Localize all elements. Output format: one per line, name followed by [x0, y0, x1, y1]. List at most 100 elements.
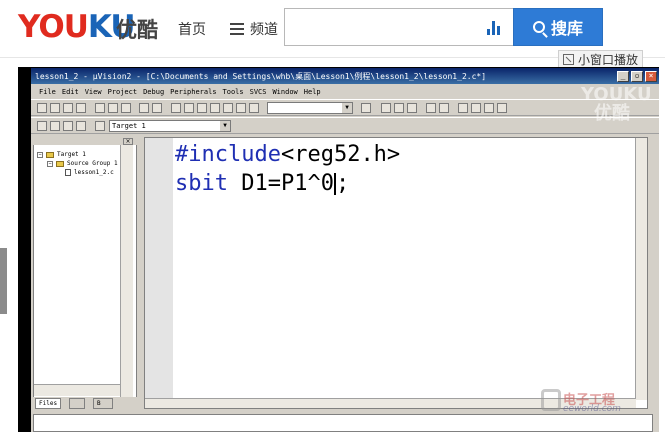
- build-icon[interactable]: [50, 121, 60, 131]
- close-icon[interactable]: ×: [645, 70, 657, 82]
- editor-vscrollbar[interactable]: [635, 138, 647, 400]
- binoculars-icon[interactable]: [361, 103, 371, 113]
- mini-window-icon: [563, 53, 574, 65]
- menu-debug[interactable]: Debug: [143, 88, 164, 96]
- mini-player-button[interactable]: 小窗口播放: [558, 50, 644, 68]
- indent-icon[interactable]: [171, 103, 181, 113]
- eeworld-en: eeworld.com: [563, 404, 621, 414]
- tree-item-label: Source Group 1: [67, 160, 118, 167]
- code-semicolon: ;: [335, 171, 350, 196]
- paste-icon[interactable]: [121, 103, 131, 113]
- collapse-icon[interactable]: −: [37, 151, 43, 158]
- code-include-header: <reg52.h>: [280, 142, 401, 167]
- rebuild-icon[interactable]: [63, 121, 73, 131]
- code-sbit-decl: D1=P1^0: [227, 171, 334, 196]
- new-file-icon[interactable]: [37, 103, 47, 113]
- tree-item-file[interactable]: lesson1_2.c: [37, 168, 118, 177]
- target-combo-value: Target 1: [112, 122, 146, 130]
- output-pane: [33, 414, 653, 432]
- peripheral-icon[interactable]: [484, 103, 494, 113]
- target-options-icon[interactable]: [95, 121, 105, 131]
- project-tabs: Files B: [33, 397, 137, 411]
- project-hscrollbar[interactable]: [34, 384, 120, 396]
- tab-books[interactable]: B: [93, 398, 113, 409]
- disasm-icon[interactable]: [439, 103, 449, 113]
- logo-chinese: 优酷: [116, 18, 158, 42]
- panel-close-icon[interactable]: ×: [123, 138, 133, 145]
- ide-window: lesson1_2 - µVision2 - [C:\Documents and…: [31, 68, 659, 432]
- menu-tools[interactable]: Tools: [223, 88, 244, 96]
- translate-icon[interactable]: [37, 121, 47, 131]
- window-layout-icon[interactable]: [426, 103, 436, 113]
- code-sbit-keyword: sbit: [175, 171, 228, 196]
- menu-file[interactable]: File: [39, 88, 56, 96]
- menu-project[interactable]: Project: [108, 88, 138, 96]
- code-editor[interactable]: #include<reg52.h> sbit D1=P1^0;: [144, 137, 648, 409]
- save-all-icon[interactable]: [76, 103, 86, 113]
- stop-build-icon[interactable]: [76, 121, 86, 131]
- menu-help[interactable]: Help: [304, 88, 321, 96]
- chevron-down-icon: ▼: [342, 103, 352, 113]
- watch-icon[interactable]: [458, 103, 468, 113]
- side-feedback-tab[interactable]: [0, 248, 7, 314]
- debug-start-icon[interactable]: [381, 103, 391, 113]
- tab-files[interactable]: Files: [35, 398, 62, 409]
- tab-regs[interactable]: [69, 398, 85, 409]
- chevron-down-icon: ▼: [220, 121, 230, 131]
- tools-icon[interactable]: [497, 103, 507, 113]
- project-vscrollbar[interactable]: [120, 145, 133, 397]
- redo-icon[interactable]: [152, 103, 162, 113]
- enable-breakpoint-icon[interactable]: [407, 103, 417, 113]
- menu-view[interactable]: View: [85, 88, 102, 96]
- menu-svcs[interactable]: SVCS: [250, 88, 267, 96]
- editor-gutter: [145, 138, 173, 400]
- prev-bookmark-icon[interactable]: [210, 103, 220, 113]
- bookmark-icon[interactable]: [197, 103, 207, 113]
- ide-titlebar: lesson1_2 - µVision2 - [C:\Documents and…: [31, 68, 659, 84]
- video-player[interactable]: lesson1_2 - µVision2 - [C:\Documents and…: [18, 67, 659, 432]
- outdent-icon[interactable]: [184, 103, 194, 113]
- ide-title: lesson1_2 - µVision2 - [C:\Documents and…: [35, 71, 487, 81]
- save-icon[interactable]: [63, 103, 73, 113]
- find-in-files-icon[interactable]: [249, 103, 259, 113]
- cut-icon[interactable]: [95, 103, 105, 113]
- eeworld-watermark: 电子工程 eeworld.com: [539, 387, 654, 415]
- search-input[interactable]: [289, 13, 479, 41]
- open-file-icon[interactable]: [50, 103, 60, 113]
- watermark-line1: YOUKU: [581, 84, 652, 105]
- folder-icon: [56, 160, 64, 167]
- menu-edit[interactable]: Edit: [62, 88, 79, 96]
- minimize-icon[interactable]: _: [617, 70, 629, 82]
- menu-icon: [230, 23, 244, 35]
- folder-icon: [46, 151, 54, 158]
- copy-icon[interactable]: [108, 103, 118, 113]
- code-text[interactable]: #include<reg52.h> sbit D1=P1^0;: [175, 140, 400, 198]
- tree-item-label: lesson1_2.c: [74, 169, 114, 176]
- nav-home-link[interactable]: 首页: [178, 19, 206, 39]
- project-tree: − Target 1 − Source Group 1 lesson1_2.c: [37, 150, 118, 177]
- restore-icon[interactable]: ▫: [631, 70, 643, 82]
- tree-item-target[interactable]: − Target 1: [37, 150, 118, 159]
- project-panel-header: [33, 137, 137, 145]
- ide-toolbar-main: ▼: [31, 99, 659, 116]
- search-box: [284, 8, 514, 46]
- search-button[interactable]: 搜库: [513, 8, 603, 46]
- clear-bookmark-icon[interactable]: [236, 103, 246, 113]
- memory-icon[interactable]: [471, 103, 481, 113]
- collapse-icon[interactable]: −: [47, 160, 53, 167]
- menu-peripherals[interactable]: Peripherals: [170, 88, 216, 96]
- file-icon: [65, 169, 71, 176]
- nav-channel-menu[interactable]: 频道: [230, 19, 278, 39]
- insert-breakpoint-icon[interactable]: [394, 103, 404, 113]
- code-include-keyword: #include: [175, 142, 281, 167]
- menu-window[interactable]: Window: [272, 88, 297, 96]
- target-combo[interactable]: Target 1 ▼: [109, 120, 231, 132]
- find-combo[interactable]: ▼: [267, 102, 353, 114]
- tree-item-source-group[interactable]: − Source Group 1: [37, 159, 118, 168]
- ide-menubar: File Edit View Project Debug Peripherals…: [31, 85, 659, 98]
- next-bookmark-icon[interactable]: [223, 103, 233, 113]
- eeworld-logo-icon: [541, 389, 561, 411]
- undo-icon[interactable]: [139, 103, 149, 113]
- nav-channel-label: 频道: [250, 22, 278, 38]
- bar-chart-icon[interactable]: [487, 21, 503, 35]
